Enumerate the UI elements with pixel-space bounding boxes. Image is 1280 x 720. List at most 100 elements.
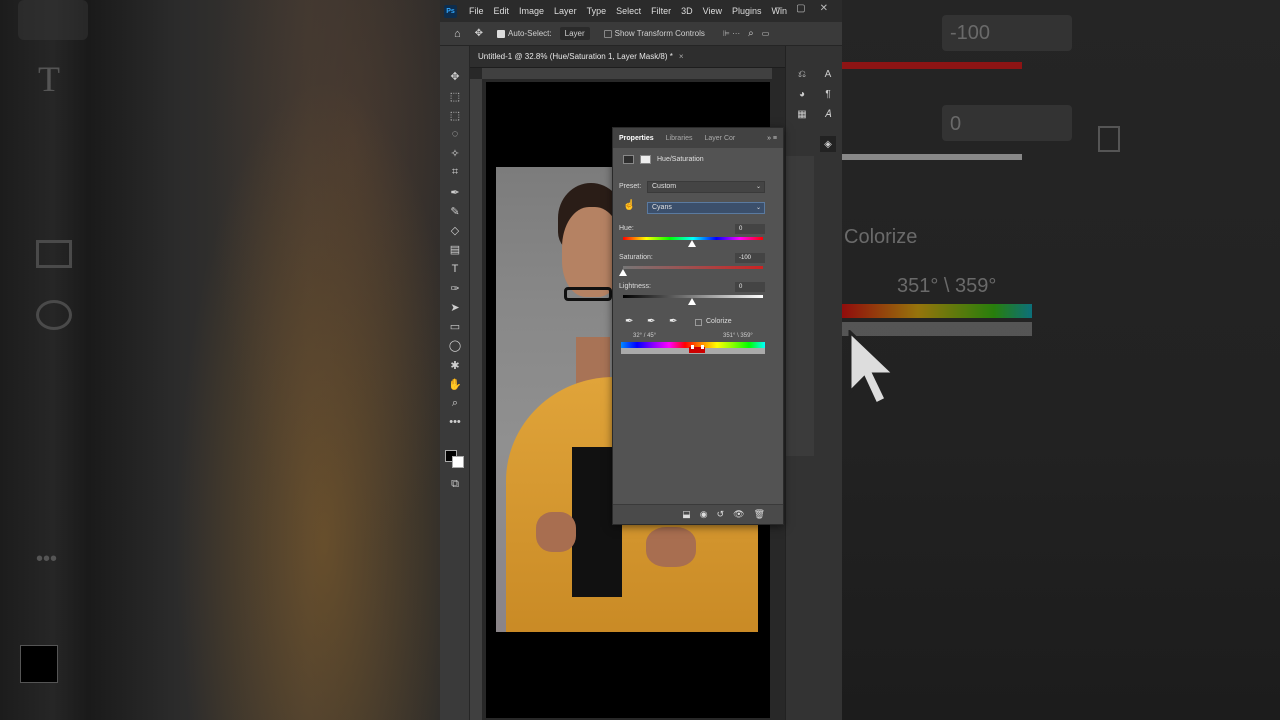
eyedropper-tool-icon[interactable]: ✒ (625, 316, 633, 327)
saturation-slider[interactable] (623, 266, 763, 269)
workspace-icon[interactable]: ▭ (762, 29, 770, 38)
rectangle-icon[interactable]: ▭ (446, 318, 464, 334)
blur-hue-bar (842, 304, 1032, 318)
magic-wand-icon[interactable]: ✧ (446, 145, 464, 161)
document-tab[interactable]: Untitled-1 @ 32.8% (Hue/Saturation 1, La… (470, 46, 785, 68)
visibility-icon[interactable]: 👁 (733, 509, 744, 520)
blur-value-1: -100 (950, 22, 991, 44)
adjustment-name: Hue/Saturation (657, 155, 704, 163)
menu-view[interactable]: View (703, 6, 722, 16)
delete-icon[interactable]: 🗑 (754, 509, 765, 520)
clip-to-layer-icon[interactable]: ⬓ (682, 509, 691, 520)
blur-colorize: Colorize (844, 226, 918, 248)
tab-properties[interactable]: Properties (619, 135, 654, 142)
table-icon[interactable]: ▦ (794, 106, 810, 122)
blur-fg-swatch (20, 645, 58, 683)
panel-tabs: Properties Libraries Layer Cor » ≡ (613, 128, 783, 148)
reset-icon[interactable]: ↺ (717, 509, 725, 520)
home-icon[interactable]: ⌂ (454, 28, 461, 40)
properties-panel: Properties Libraries Layer Cor » ≡ Hue/S… (612, 127, 784, 525)
channel-dropdown[interactable]: Cyans ⌄ (647, 202, 765, 214)
menu-plugins[interactable]: Plugins (732, 6, 762, 16)
photoshop-window: Ps File Edit Image Layer Type Select Fil… (440, 0, 842, 720)
ellipse-icon[interactable]: ◯ (446, 337, 464, 353)
auto-select-dropdown[interactable]: Layer (559, 27, 590, 40)
document-title: Untitled-1 @ 32.8% (Hue/Saturation 1, La… (478, 52, 673, 61)
range-handle-left[interactable] (691, 345, 694, 349)
eyedropper-plus-icon[interactable]: ✒ (647, 316, 655, 327)
blur-more-icon: ••• (36, 548, 58, 570)
crop-icon[interactable]: ⌗ (446, 164, 464, 180)
transform-controls-checkbox[interactable] (603, 29, 612, 38)
marquee-icon[interactable]: ⬚ (446, 107, 464, 123)
path-select-icon[interactable]: ➤ (446, 299, 464, 315)
horizontal-ruler (482, 68, 772, 79)
preset-dropdown[interactable]: Custom ⌄ (647, 181, 765, 193)
saturation-field[interactable]: -100 (735, 253, 765, 263)
move-tool-icon[interactable]: ✥ (475, 28, 483, 39)
menu-layer[interactable]: Layer (554, 6, 577, 16)
history-icon[interactable]: ⎌ (794, 66, 810, 82)
paragraph-icon[interactable]: ¶ (820, 86, 836, 102)
colorize-checkbox[interactable] (695, 319, 702, 326)
tab-layer-comps[interactable]: Layer Cor (704, 135, 735, 142)
hand-icon[interactable]: ✋ (446, 376, 464, 392)
gradient-icon[interactable]: ▤ (446, 241, 464, 257)
lightness-field[interactable]: 0 (735, 282, 765, 292)
zoom-icon[interactable]: ⌕ (446, 395, 464, 411)
lightness-label: Lightness: (619, 283, 651, 290)
mask-icon[interactable] (640, 154, 651, 164)
artboard-icon[interactable]: ⬚ (446, 88, 464, 104)
minimize-icon[interactable]: ─ (775, 3, 782, 14)
more-tools-icon[interactable]: ••• (446, 414, 464, 430)
menu-select[interactable]: Select (616, 6, 641, 16)
pen-icon[interactable]: ✑ (446, 280, 464, 296)
menu-bar: Ps File Edit Image Layer Type Select Fil… (440, 0, 842, 22)
custom-shape-icon[interactable]: ✱ (446, 357, 464, 373)
eraser-icon[interactable]: ◇ (446, 222, 464, 238)
menu-3d[interactable]: 3D (681, 6, 693, 16)
screen-mode-icon[interactable]: ⧉ (446, 476, 464, 492)
blur-photo (150, 0, 440, 720)
eyedropper-minus-icon[interactable]: ✒ (669, 316, 677, 327)
saturation-label: Saturation: (619, 254, 653, 261)
lightness-slider-thumb[interactable] (688, 298, 696, 305)
channel-value: Cyans (652, 204, 672, 211)
blur-value-2: 0 (950, 113, 962, 135)
saturation-slider-thumb[interactable] (619, 269, 627, 276)
maximize-icon[interactable]: ▢ (796, 3, 805, 14)
blur-rect-icon (36, 240, 72, 268)
menu-filter[interactable]: Filter (651, 6, 671, 16)
document-close-icon[interactable]: × (679, 52, 684, 61)
color-palette-icon[interactable]: ◕ (794, 86, 810, 102)
layers-icon[interactable]: ◈ (820, 136, 836, 152)
auto-select-checkbox[interactable] (497, 29, 506, 38)
glyphs-icon[interactable]: 𝐴 (820, 106, 836, 122)
range-handle-right[interactable] (701, 345, 704, 349)
type-icon[interactable]: T (446, 261, 464, 277)
colorize-label: Colorize (706, 318, 732, 325)
menu-image[interactable]: Image (519, 6, 544, 16)
blur-range: 351° \ 359° (897, 275, 997, 297)
tab-libraries[interactable]: Libraries (666, 135, 693, 142)
close-icon[interactable]: ✕ (820, 3, 828, 14)
hue-field[interactable]: 0 (735, 224, 765, 234)
menu-file[interactable]: File (469, 6, 484, 16)
targeted-adjustment-icon[interactable]: ☝ (623, 200, 635, 211)
menu-type[interactable]: Type (587, 6, 607, 16)
eyedropper-icon[interactable]: ✒ (446, 184, 464, 200)
lasso-icon[interactable]: ◌ (446, 126, 464, 142)
menu-edit[interactable]: Edit (494, 6, 510, 16)
view-previous-icon[interactable]: ◉ (700, 509, 708, 520)
brush-icon[interactable]: ✎ (446, 203, 464, 219)
background-color-swatch[interactable] (452, 456, 464, 468)
blur-type-icon: T (38, 59, 60, 99)
move-icon[interactable]: ✥ (446, 68, 464, 84)
character-icon[interactable]: A (820, 66, 836, 82)
hue-slider-thumb[interactable] (688, 240, 696, 247)
range-right-label: 351° \ 359° (723, 333, 753, 339)
search-icon[interactable]: ⌕ (748, 28, 754, 39)
panel-menu-icon[interactable]: » ≡ (767, 135, 777, 142)
align-icons[interactable]: ⊫ ⋯ (723, 29, 740, 38)
adjustment-header: Hue/Saturation (613, 148, 783, 170)
